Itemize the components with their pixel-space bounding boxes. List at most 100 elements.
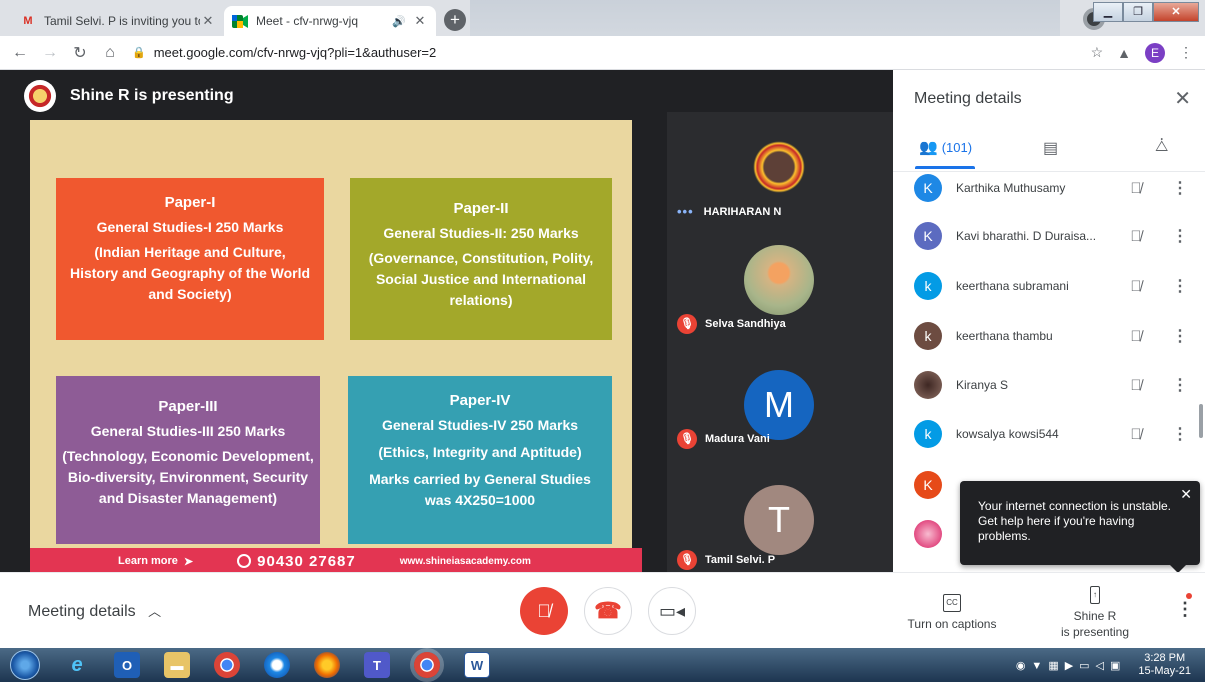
forward-icon[interactable]: → (38, 44, 62, 62)
media-icon[interactable] (264, 652, 290, 678)
tile-tamil-selvi[interactable]: T 🎙 Tamil Selvi. P (667, 457, 893, 572)
list-item[interactable]: K Kavi bharathi. D Duraisa... 🎙̸ ⋮ (893, 212, 1205, 260)
presenting-button[interactable]: ↑ Shine R is presenting (1050, 585, 1140, 640)
tab-meet[interactable]: Meet - cfv-nrwg-vjq 🔊 ✕ (224, 6, 436, 36)
tile-name: Madura Vani (705, 433, 770, 445)
avatar: K (914, 222, 942, 250)
participant-name: Karthika Muthusamy (956, 181, 1066, 195)
slide-box-line: (Indian Heritage and Culture, (94, 244, 286, 260)
teams-icon[interactable]: T (364, 652, 390, 678)
internet-explorer-icon[interactable]: e (64, 652, 90, 678)
tab-people[interactable]: 👥 (101) (914, 138, 976, 169)
list-item[interactable]: k keerthana thambu 🎙̸ ⋮ (893, 312, 1205, 360)
word-icon[interactable]: W (464, 652, 490, 678)
website-text: www.shineiasacademy.com (399, 555, 531, 567)
slide-box-line: Marks carried by General Studies (369, 471, 591, 487)
windows-taskbar: e O ▬ T W ◉▼▦▶▭◁▣ 3:28 PM 15-May-21 (0, 648, 1205, 682)
more-options-icon[interactable]: ⋮ (1172, 424, 1188, 444)
learn-more-text: Learn more (118, 555, 178, 567)
tab-gmail[interactable]: M Tamil Selvi. P is inviting you to a ✕ (12, 6, 224, 36)
more-options-icon[interactable]: ⋮ (1172, 226, 1188, 246)
participant-name: kowsalya kowsi544 (956, 427, 1059, 441)
tab-title: Tamil Selvi. P is inviting you to a (44, 14, 200, 28)
new-tab-button[interactable]: + (444, 9, 466, 31)
tile-madura-vani[interactable]: M 🎙 Madura Vani (667, 342, 893, 457)
file-explorer-icon[interactable]: ▬ (164, 652, 190, 678)
list-item[interactable]: k keerthana subramani 🎙̸ ⋮ (893, 262, 1205, 310)
avatar: K (914, 471, 942, 499)
tile-name: HARIHARAN N (703, 205, 782, 218)
camera-toggle-button[interactable]: ▭◂ (648, 587, 696, 635)
tab-activities[interactable]: ⧊ (1155, 138, 1168, 155)
gmail-icon: M (23, 15, 33, 27)
maximize-button[interactable]: ❐ (1123, 2, 1153, 22)
presentation-stage: Shine R is presenting Paper-I General St… (0, 70, 893, 574)
avatar: k (914, 322, 942, 350)
home-icon[interactable]: ⌂ (98, 44, 122, 62)
toast-message: Your internet connection is unstable. Ge… (978, 499, 1172, 543)
participant-name: Kavi bharathi. D Duraisa... (956, 229, 1097, 243)
close-icon[interactable]: ✕ (1174, 86, 1191, 111)
activities-icon: ⧊ (1155, 138, 1169, 155)
slide-box-line: General Studies-III 250 Marks (90, 423, 286, 439)
connection-warning-toast[interactable]: ✕ Your internet connection is unstable. … (960, 481, 1200, 573)
outlook-icon[interactable]: O (114, 652, 140, 678)
list-item[interactable]: k kowsalya kowsi544 🎙̸ ⋮ (893, 410, 1205, 458)
slide-box-line: Social Justice and International (375, 271, 587, 287)
extension-icon[interactable]: ▲ (1117, 45, 1131, 61)
clock[interactable]: 3:28 PM 15-May-21 (1138, 652, 1191, 678)
chrome-beta-icon[interactable] (414, 652, 440, 678)
leave-call-button[interactable]: ☎ (584, 587, 632, 635)
minimize-button[interactable]: ▁ (1093, 2, 1123, 22)
back-icon[interactable]: ← (8, 44, 32, 62)
participant-tiles: ••• HARIHARAN N 🎙 Selva Sandhiya M 🎙 Mad… (667, 112, 893, 572)
start-button[interactable] (10, 650, 40, 680)
notification-dot (1186, 593, 1192, 599)
participant-photo (744, 245, 814, 315)
mic-off-icon: 🎙̸ (1130, 425, 1142, 443)
more-options-icon[interactable]: ⋮ (1172, 375, 1188, 395)
captions-button[interactable]: CC Turn on captions (904, 593, 1000, 632)
list-item[interactable]: Kiranya S 🎙̸ ⋮ (893, 361, 1205, 409)
slide-box-line: General Studies-I 250 Marks (96, 219, 284, 235)
more-options-icon[interactable]: ⋮ (1176, 599, 1194, 620)
more-options-icon[interactable]: ⋮ (1172, 178, 1188, 198)
more-options-icon[interactable]: ⋮ (1172, 326, 1188, 346)
tab-close-icon[interactable]: ✕ (200, 13, 216, 29)
mic-off-icon: 🎙 (677, 314, 697, 334)
slide-box-line: was 4X250=1000 (424, 492, 536, 508)
tray-icons[interactable]: ◉▼▦▶▭◁▣ (1016, 659, 1127, 672)
tile-selva-sandhiya[interactable]: 🎙 Selva Sandhiya (667, 227, 893, 342)
firefox-icon[interactable] (314, 652, 340, 678)
tab-chat[interactable]: ▤ (1043, 138, 1058, 158)
whatsapp-icon (237, 553, 252, 568)
list-item[interactable]: K Karthika Muthusamy 🎙̸ ⋮ (893, 172, 1205, 212)
participant-photo (744, 132, 814, 202)
chevron-up-icon: ︿ (148, 604, 162, 619)
clock-time: 3:28 PM (1144, 652, 1186, 664)
avatar (914, 371, 942, 399)
slide-box-line: (Governance, Constitution, Polity, (368, 250, 594, 266)
tile-hariharan[interactable]: ••• HARIHARAN N (667, 112, 893, 227)
close-icon[interactable]: ✕ (1180, 487, 1192, 502)
slide-box-title: Paper-I (164, 194, 216, 211)
reload-icon[interactable]: ↻ (68, 43, 92, 63)
mic-off-icon: 🎙 (677, 550, 697, 570)
meeting-details-toggle[interactable]: Meeting details ︿ (28, 601, 161, 621)
bookmark-star-icon[interactable]: ☆ (1091, 44, 1104, 61)
lock-icon[interactable]: 🔒 (132, 46, 146, 59)
mic-toggle-button[interactable]: 🎙̸ (520, 587, 568, 635)
chrome-icon[interactable] (214, 652, 240, 678)
more-options-icon[interactable]: ⋮ (1172, 276, 1188, 296)
phone-text: 90430 27687 (257, 552, 356, 570)
chrome-menu-icon[interactable]: ⋮ (1179, 44, 1193, 61)
profile-avatar[interactable]: E (1145, 42, 1165, 63)
speaker-icon[interactable]: 🔊 (392, 15, 406, 28)
avatar: k (914, 420, 942, 448)
window-close-button[interactable]: ✕ (1153, 2, 1199, 22)
address-field[interactable]: 🔒 meet.google.com/cfv-nrwg-vjq?pli=1&aut… (132, 45, 1091, 60)
avatar: K (914, 174, 942, 202)
scrollbar-thumb[interactable] (1199, 404, 1203, 438)
tab-close-icon[interactable]: ✕ (412, 13, 428, 29)
window-controls: ▁ ❐ ✕ (1093, 2, 1199, 22)
